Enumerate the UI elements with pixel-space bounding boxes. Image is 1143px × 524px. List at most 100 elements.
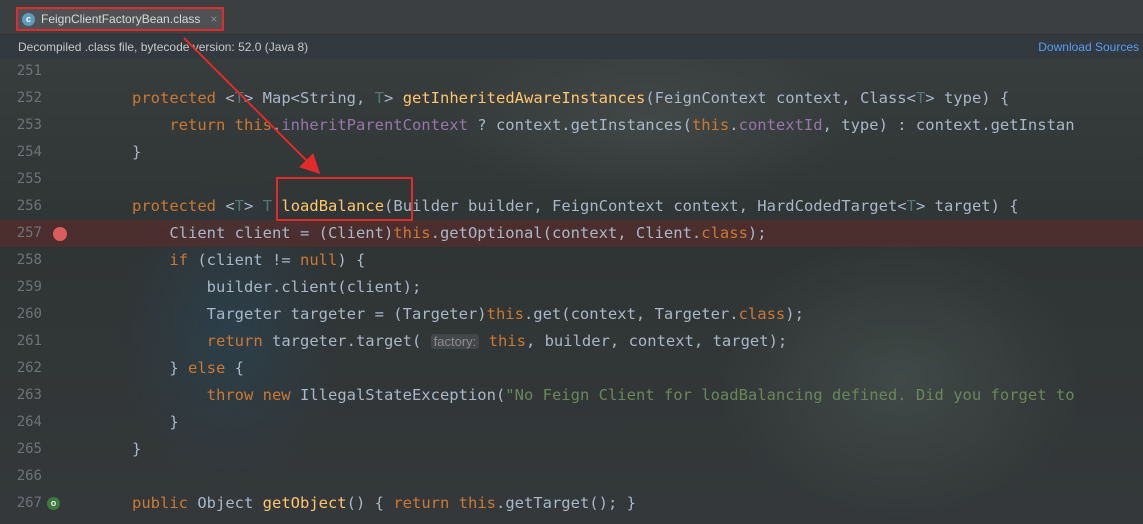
tab-label: FeignClientFactoryBean.class [41,12,201,26]
code-line[interactable]: 264 } [0,409,1143,436]
code-text: } [132,409,179,436]
code-editor[interactable]: 251 252 protected <T> Map<String, T> getIn… [0,59,1143,524]
tab-feign-client-factory-bean[interactable]: c FeignClientFactoryBean.class × [16,7,224,31]
code-token: } [132,413,179,431]
code-line[interactable]: 256 protected <T> T loadBalance(Builder b… [0,193,1143,220]
code-token: ) { [337,251,366,269]
code-text: return this.inheritParentContext ? conte… [132,112,1075,139]
code-token: throw new [206,386,291,404]
code-text: Targeter targeter = (Targeter)this.get(c… [132,301,804,328]
line-number[interactable]: 262 [0,355,42,382]
code-token: > target) { [915,197,1019,215]
code-line[interactable]: 255 [0,166,1143,193]
code-token: T [915,89,926,107]
line-number[interactable]: 263 [0,382,42,409]
code-token: > [244,197,263,215]
code-text: return targeter.target( factory: this, b… [132,328,788,355]
line-number[interactable]: 264 [0,409,42,436]
code-token: protected [132,89,226,107]
code-text: protected <T> T loadBalance(Builder buil… [132,193,1019,220]
code-token: ); [747,224,767,242]
code-token: getObject [262,494,347,512]
code-token: null [299,251,338,269]
code-text: } [132,139,141,166]
code-token: > [384,89,403,107]
line-number[interactable]: 251 [0,58,42,85]
line-number[interactable]: 266 [0,463,42,490]
code-line[interactable]: 266 [0,463,1143,490]
code-token: , builder, context, target); [525,332,788,350]
code-token: this [486,305,524,323]
highlight-box [276,177,413,221]
code-token: class [701,224,748,242]
code-token: ); [785,305,804,323]
code-token: this [488,332,526,350]
code-token: } [132,359,188,377]
code-token: (Builder builder, FeignContext context, … [384,197,907,215]
code-token: > type) { [925,89,1010,107]
code-line[interactable]: 267 o public Object getObject() { return t… [0,490,1143,517]
code-line[interactable]: 258 if (client != null) { [0,247,1143,274]
line-number[interactable]: 258 [0,247,42,274]
code-token: > Map<String, [244,89,375,107]
code-token: Targeter targeter = (Targeter) [132,305,487,323]
code-token: } [132,440,142,458]
code-line[interactable]: 263 throw new IllegalStateException("No … [0,382,1143,409]
code-token: (client != [188,251,300,269]
code-line[interactable]: 260 Targeter targeter = (Targeter)this.g… [0,301,1143,328]
code-token: getInheritedAwareInstances [402,89,646,107]
code-token: . [271,116,282,134]
code-token: protected [132,197,226,215]
code-token: (FeignContext context, Class< [645,89,916,107]
class-file-icon: c [22,12,35,26]
line-number[interactable]: 257 [0,220,42,247]
code-token: if [169,251,188,269]
line-number[interactable]: 259 [0,274,42,301]
code-token: IllegalStateException( [290,386,506,404]
line-number[interactable]: 260 [0,301,42,328]
line-number[interactable]: 267 [0,490,42,517]
code-token: < [225,197,235,215]
override-icon[interactable]: o [47,497,60,510]
line-number[interactable]: 255 [0,166,42,193]
decompiled-banner: Decompiled .class file, bytecode version… [0,35,1143,59]
code-text: public Object getObject() { return this.… [132,490,636,517]
line-number[interactable]: 256 [0,193,42,220]
line-number[interactable]: 265 [0,436,42,463]
code-token: Object [188,494,263,512]
code-token: . [729,116,739,134]
code-token: "No Feign Client for loadBalancing defin… [505,386,1075,404]
code-line[interactable]: 251 [0,58,1143,85]
close-icon[interactable]: × [210,12,217,26]
code-token: return this [393,494,496,512]
code-line[interactable]: 253 return this.inheritParentContext ? c… [0,112,1143,139]
code-text: } [132,436,141,463]
code-line[interactable]: 259 builder.client(client); [0,274,1143,301]
code-line[interactable]: 265} [0,436,1143,463]
code-token: public [132,494,188,512]
code-text: throw new IllegalStateException("No Feig… [132,382,1075,409]
code-token: , type) : context.getInstan [822,116,1075,134]
code-text: builder.client(client); [132,274,422,301]
code-token: targeter.target( [262,332,431,350]
line-number[interactable]: 261 [0,328,42,355]
code-line[interactable]: 262 } else { [0,355,1143,382]
line-number[interactable]: 252 [0,85,42,112]
code-line[interactable]: 261 return targeter.target( factory: thi… [0,328,1143,355]
download-sources-link[interactable]: Download Sources [1038,40,1139,54]
breakpoint-icon[interactable] [53,227,67,241]
code-token: .getOptional(context, Client. [430,224,702,242]
code-line[interactable]: 254} [0,139,1143,166]
code-token: this [691,116,730,134]
code-token: inheritParentContext [281,116,468,134]
code-token: T [234,197,245,215]
code-token: T [262,197,273,215]
code-line[interactable]: 257 Client client = (Client)this.getOpti… [0,220,1143,247]
code-token: ? context.getInstances( [467,116,692,134]
code-text: if (client != null) { [132,247,365,274]
code-line[interactable]: 252 protected <T> Map<String, T> getInher… [0,85,1143,112]
line-number[interactable]: 253 [0,112,42,139]
line-number[interactable]: 254 [0,139,42,166]
